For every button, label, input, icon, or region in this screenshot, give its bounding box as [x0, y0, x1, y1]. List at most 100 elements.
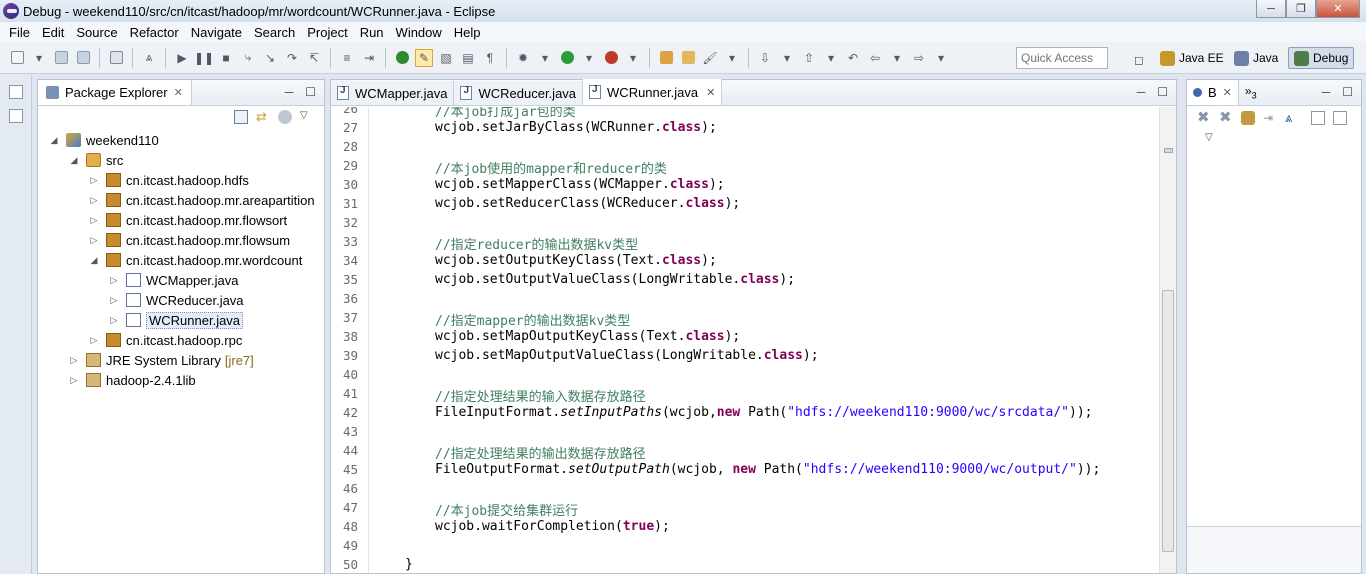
- dropdown-arrow-icon[interactable]: ▾: [778, 49, 796, 67]
- use-step-filters-icon[interactable]: ⇥: [360, 49, 378, 67]
- close-icon[interactable]: ✕: [1223, 86, 1232, 99]
- step-return-icon[interactable]: ↸: [305, 49, 323, 67]
- tree-item[interactable]: ◢ src: [68, 150, 124, 170]
- dropdown-arrow-icon[interactable]: ▾: [536, 49, 554, 67]
- menu-refactor[interactable]: Refactor: [124, 25, 185, 40]
- overflow-tabs-icon[interactable]: »3: [1245, 84, 1257, 100]
- tree-item[interactable]: ▷ cn.itcast.hadoop.mr.areapartition: [88, 190, 315, 210]
- perspective-debug[interactable]: Debug: [1288, 47, 1355, 69]
- dropdown-arrow-icon[interactable]: ▾: [723, 49, 741, 67]
- collapse-all-icon[interactable]: [1333, 111, 1347, 125]
- toggle-breakpoint-icon[interactable]: [393, 49, 411, 67]
- expand-all-icon[interactable]: [1311, 111, 1325, 125]
- menu-edit[interactable]: Edit: [36, 25, 70, 40]
- collapse-arrow-icon[interactable]: ◢: [88, 255, 100, 266]
- tree-item[interactable]: ▷ JRE System Library [jre7]: [68, 350, 254, 370]
- back-icon[interactable]: ⇦: [866, 49, 884, 67]
- drop-to-frame-icon[interactable]: ≡: [338, 49, 356, 67]
- disconnect-icon[interactable]: ⤷: [239, 49, 257, 67]
- dropdown-arrow-icon[interactable]: ▾: [580, 49, 598, 67]
- collapse-arrow-icon[interactable]: ◢: [48, 135, 60, 146]
- expand-arrow-icon[interactable]: ▷: [88, 195, 100, 206]
- editor-tab[interactable]: WCReducer.java: [454, 81, 584, 105]
- dropdown-arrow-icon[interactable]: ▾: [30, 49, 48, 67]
- expand-arrow-icon[interactable]: ▷: [108, 315, 120, 326]
- editor-tab[interactable]: WCRunner.java ✕: [583, 79, 723, 105]
- tree-item[interactable]: ▷ cn.itcast.hadoop.mr.flowsort: [88, 210, 288, 230]
- dropdown-arrow-icon[interactable]: ▾: [822, 49, 840, 67]
- skip-all-breakpoints-icon[interactable]: ⩓: [1285, 111, 1299, 125]
- save-icon[interactable]: [52, 49, 70, 67]
- code-area[interactable]: 26 27 28 29 30 31 32 33 34 35 36 37 38 39 40 41 42 43 44 45…: [331, 107, 1176, 573]
- menu-search[interactable]: Search: [248, 25, 301, 40]
- tree-item[interactable]: ▷ cn.itcast.hadoop.mr.flowsum: [88, 230, 291, 250]
- tree-item[interactable]: ◢ weekend110: [48, 130, 159, 150]
- menu-project[interactable]: Project: [301, 25, 353, 40]
- view-menu-icon[interactable]: ▽: [300, 110, 314, 124]
- maximize-editor-icon[interactable]: ☐: [1157, 85, 1168, 99]
- open-perspective-icon[interactable]: ◻: [1130, 51, 1148, 69]
- menu-file[interactable]: File: [3, 25, 36, 40]
- maximize-view-icon[interactable]: ☐: [1342, 85, 1353, 99]
- close-icon[interactable]: ✕: [174, 86, 183, 99]
- forward-icon[interactable]: ⇨: [910, 49, 928, 67]
- collapse-all-icon[interactable]: [234, 110, 248, 124]
- external-tools-icon[interactable]: [602, 49, 620, 67]
- expand-arrow-icon[interactable]: ▷: [108, 295, 120, 306]
- remove-breakpoint-icon[interactable]: ✖: [1197, 110, 1211, 125]
- minimize-view-icon[interactable]: ─: [1322, 85, 1331, 99]
- tree-item[interactable]: ▷ WCRunner.java: [108, 310, 244, 330]
- remove-all-breakpoints-icon[interactable]: ✖: [1219, 110, 1233, 125]
- menu-source[interactable]: Source: [70, 25, 123, 40]
- terminate-icon[interactable]: ■: [217, 49, 235, 67]
- perspective-java-ee[interactable]: Java EE: [1160, 47, 1224, 69]
- scrollbar-thumb[interactable]: [1162, 290, 1174, 552]
- dropdown-arrow-icon[interactable]: ▾: [624, 49, 642, 67]
- tree-item[interactable]: ▷ cn.itcast.hadoop.rpc: [88, 330, 243, 350]
- menu-navigate[interactable]: Navigate: [185, 25, 248, 40]
- new-java-package-icon[interactable]: [657, 49, 675, 67]
- focus-icon[interactable]: [278, 110, 292, 124]
- minimize-view-icon[interactable]: ─: [285, 85, 294, 99]
- expand-arrow-icon[interactable]: ▷: [88, 215, 100, 226]
- expand-arrow-icon[interactable]: ▷: [88, 235, 100, 246]
- editor-tab[interactable]: WCMapper.java: [331, 81, 455, 105]
- tree-item[interactable]: ▷ WCMapper.java: [108, 270, 239, 290]
- save-all-icon[interactable]: [74, 49, 92, 67]
- run-icon[interactable]: [558, 49, 576, 67]
- dropdown-arrow-icon[interactable]: ▾: [932, 49, 950, 67]
- expand-arrow-icon[interactable]: ▷: [88, 175, 100, 186]
- new-icon[interactable]: [8, 49, 26, 67]
- collapse-arrow-icon[interactable]: ◢: [68, 155, 80, 166]
- expand-arrow-icon[interactable]: ▷: [108, 275, 120, 286]
- tree-item[interactable]: ▷ hadoop-2.4.1lib: [68, 370, 196, 390]
- minimize-button[interactable]: ─: [1256, 0, 1286, 18]
- last-edit-location-icon[interactable]: ↶: [844, 49, 862, 67]
- vertical-scrollbar[interactable]: [1159, 107, 1176, 573]
- mark-occurrences-icon[interactable]: ✎: [415, 48, 433, 67]
- overview-ruler-mark[interactable]: [1164, 148, 1173, 153]
- expand-arrow-icon[interactable]: ▷: [68, 355, 80, 366]
- print-icon[interactable]: [107, 49, 125, 67]
- tab-breakpoints[interactable]: B ✕: [1187, 80, 1239, 105]
- restore-view-icon[interactable]: [9, 85, 23, 99]
- block-selection-icon[interactable]: ▧: [437, 49, 455, 67]
- search-tool-icon[interactable]: 🖌: [701, 49, 719, 67]
- link-with-editor-icon[interactable]: ⇄: [256, 110, 270, 124]
- next-annotation-icon[interactable]: ⇩: [756, 49, 774, 67]
- tree-item[interactable]: ▷ cn.itcast.hadoop.hdfs: [88, 170, 249, 190]
- go-to-file-icon[interactable]: ⇥: [1263, 111, 1277, 125]
- expand-arrow-icon[interactable]: ▷: [88, 335, 100, 346]
- open-type-icon[interactable]: [679, 49, 697, 67]
- menu-help[interactable]: Help: [448, 25, 487, 40]
- minimized-view-icon[interactable]: [9, 109, 23, 123]
- view-menu-icon[interactable]: ▽: [1205, 132, 1213, 143]
- close-button[interactable]: ✕: [1316, 0, 1360, 18]
- tree-item[interactable]: ◢ cn.itcast.hadoop.mr.wordcount: [88, 250, 303, 270]
- perspective-java[interactable]: Java: [1234, 47, 1278, 69]
- suspend-icon[interactable]: ❚❚: [194, 49, 214, 67]
- close-icon[interactable]: ✕: [706, 86, 715, 99]
- tab-package-explorer[interactable]: Package Explorer ✕: [38, 80, 192, 105]
- maximize-button[interactable]: ❐: [1286, 0, 1316, 18]
- expand-arrow-icon[interactable]: ▷: [68, 375, 80, 386]
